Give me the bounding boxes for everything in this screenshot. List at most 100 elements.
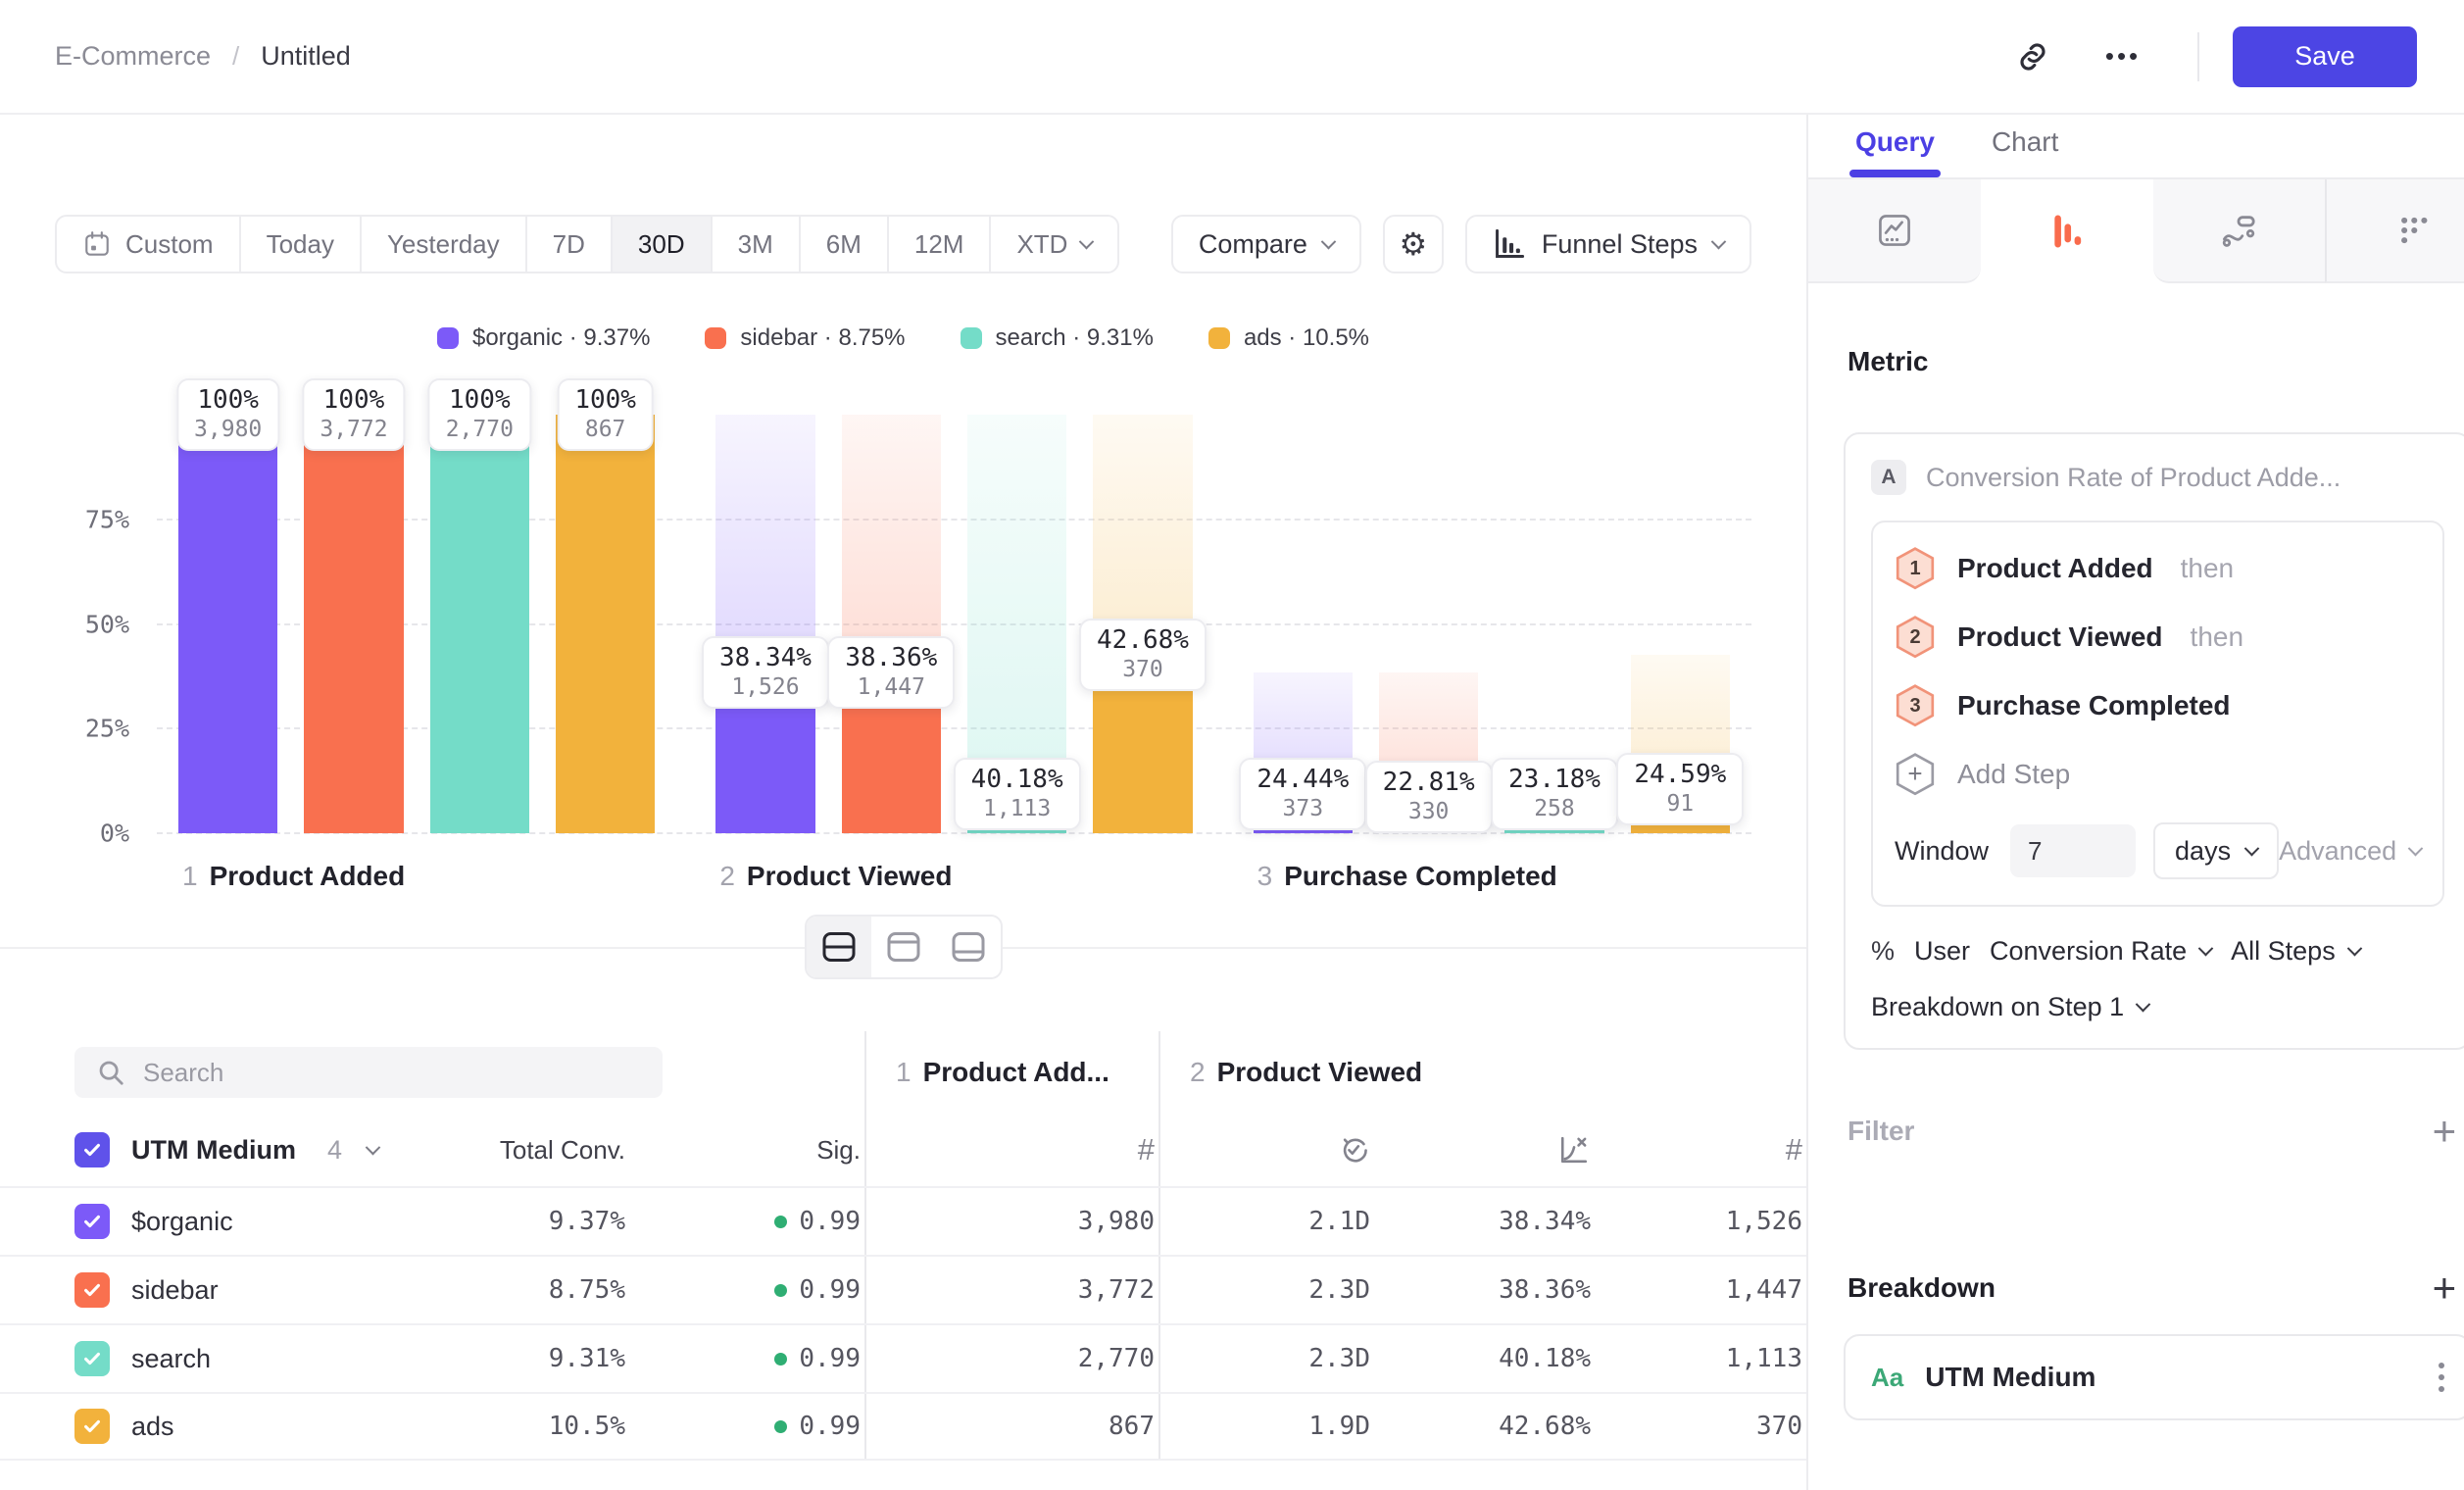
query-step-3[interactable]: 3Purchase Completed [1895,683,2421,728]
legend-item-search[interactable]: search · 9.31% [961,324,1154,352]
check-icon [81,1211,103,1232]
group-column-header[interactable]: UTM Medium [131,1135,296,1166]
tab-line-chart[interactable] [1808,179,1981,283]
breadcrumb: E-Commerce / Untitled [55,41,351,72]
avg-time-cell: 1.9D [1158,1394,1374,1459]
more-menu-button[interactable]: ••• [2082,25,2164,88]
measured-entity[interactable]: User [1914,936,1970,967]
funnel-bar-search-step2[interactable]: 40.18%1,113 [967,415,1066,833]
range-label: 30D [638,229,685,260]
range-xtd[interactable]: XTD [991,217,1117,272]
metric-title-row[interactable]: A Conversion Rate of Product Adde... [1871,460,2444,495]
funnel-bar-organic-step3[interactable]: 24.44%373 [1254,415,1353,833]
row-checkbox[interactable] [74,1272,110,1308]
select-all-checkbox[interactable] [74,1132,110,1167]
tab-query[interactable]: Query [1855,126,1935,177]
tab-data-grid[interactable] [2325,179,2464,283]
step2-count-column-header[interactable]: # [1595,1114,1806,1186]
funnel-bar-ads-step3[interactable]: 24.59%91 [1631,415,1730,833]
breadcrumb-title[interactable]: Untitled [261,41,351,72]
funnel-bars-icon [2048,213,2086,250]
funnel-bar-search-step3[interactable]: 23.18%258 [1504,415,1603,833]
row-checkbox[interactable] [74,1204,110,1239]
range-30d[interactable]: 30D [613,217,713,272]
funnel-bar-sidebar-step1[interactable]: 100%3,772 [304,415,403,833]
range-12m[interactable]: 12M [889,217,992,272]
table-row-ads[interactable]: ads10.5%0.998671.9D42.68%370 [0,1392,1806,1461]
funnel-bar-ads-step2[interactable]: 42.68%370 [1093,415,1192,833]
table-step2-header[interactable]: 2 Product Viewed [1158,1031,1806,1114]
save-button[interactable]: Save [2233,26,2417,87]
row-checkbox[interactable] [74,1409,110,1444]
range-7d[interactable]: 7D [527,217,613,272]
avg-time-column-header[interactable] [1158,1114,1374,1186]
add-filter-button[interactable]: + [2433,1111,2457,1152]
tab-chart[interactable]: Chart [1992,126,2058,177]
legend-swatch [437,327,459,349]
legend-item-ads[interactable]: ads · 10.5% [1208,324,1369,352]
conversion-column-header[interactable] [1374,1114,1595,1186]
view-toggle-zone [0,902,1806,992]
row-name: search [131,1344,211,1374]
journey-flow-icon [2220,212,2257,249]
funnel-bar-sidebar-step3[interactable]: 22.81%330 [1379,415,1478,833]
funnel-bar-sidebar-step2[interactable]: 38.36%1,447 [842,415,941,833]
funnel-bar-search-step1[interactable]: 100%2,770 [430,415,529,833]
chevron-down-icon [2408,840,2424,856]
sig-column-header[interactable]: Sig. [629,1114,864,1186]
chart-type-tabs [1808,179,2464,283]
step-name: Purchase Completed [1284,861,1557,891]
query-step-2[interactable]: 2Product Viewedthen [1895,615,2421,660]
query-step-1[interactable]: 1Product Addedthen [1895,546,2421,591]
breakdown-on-select[interactable]: Breakdown on Step 1 [1871,992,2444,1022]
breadcrumb-space[interactable]: E-Commerce [55,41,211,72]
advanced-toggle[interactable]: Advanced [2279,836,2421,867]
gear-icon: ⚙ [1400,225,1428,263]
compare-button[interactable]: Compare [1171,215,1361,273]
table-search[interactable] [74,1047,663,1098]
range-yesterday[interactable]: Yesterday [362,217,527,272]
window-value-input[interactable] [2010,824,2136,877]
table-row-search[interactable]: search9.31%0.992,7702.3D40.18%1,113 [0,1323,1806,1392]
bar-value-label: 22.81%330 [1365,761,1493,833]
tab-funnel-chart[interactable] [1981,179,2153,283]
chevron-down-icon[interactable] [366,1139,381,1155]
table-row-sidebar[interactable]: sidebar8.75%0.993,7722.3D38.36%1,447 [0,1255,1806,1323]
funnel-bar-ads-step1[interactable]: 100%867 [556,415,655,833]
table-only-view-icon [951,930,986,964]
legend-item-sidebar[interactable]: sidebar · 8.75% [705,324,905,352]
measured-metric-select[interactable]: Conversion Rate [1990,936,2211,967]
search-input[interactable] [143,1058,614,1088]
row-name: $organic [131,1207,233,1237]
bar-count: 1,113 [971,796,1063,821]
chart-settings-button[interactable]: ⚙ [1383,215,1444,273]
range-6m[interactable]: 6M [801,217,889,272]
tab-journey-chart[interactable] [2153,179,2326,283]
bar-solid-segment [430,415,529,833]
split-view-button[interactable] [807,917,871,977]
window-unit-select[interactable]: days [2153,822,2279,879]
range-custom[interactable]: Custom [57,217,241,272]
row-checkbox[interactable] [74,1341,110,1376]
step1-count-column-header[interactable]: # [864,1114,1158,1186]
total-conv-column-header[interactable]: Total Conv. [421,1114,629,1186]
kebab-menu-icon[interactable] [2439,1363,2444,1392]
table-step1-header[interactable]: 1 Product Add... [864,1031,1158,1114]
share-link-button[interactable] [1992,25,2074,88]
step-conversion-cell-value: 38.34% [1499,1207,1591,1236]
add-breakdown-button[interactable]: + [2433,1267,2457,1309]
funnel-bar-organic-step1[interactable]: 100%3,980 [178,415,277,833]
table-only-view-button[interactable] [936,917,1001,977]
table-row-organic[interactable]: $organic9.37%0.993,9802.1D38.34%1,526 [0,1186,1806,1255]
chart-type-button[interactable]: Funnel Steps [1465,215,1751,273]
significance-dot [774,1284,787,1297]
range-today[interactable]: Today [241,217,362,272]
chart-only-view-button[interactable] [871,917,936,977]
range-3m[interactable]: 3M [713,217,801,272]
funnel-bar-organic-step2[interactable]: 38.34%1,526 [715,415,814,833]
range-label: Yesterday [387,229,500,260]
add-step-button[interactable]: + Add Step [1895,752,2421,797]
legend-item-organic[interactable]: $organic · 9.37% [437,324,650,352]
breakdown-property-card[interactable]: Aa UTM Medium [1844,1334,2464,1420]
measured-scope-select[interactable]: All Steps [2231,936,2360,967]
